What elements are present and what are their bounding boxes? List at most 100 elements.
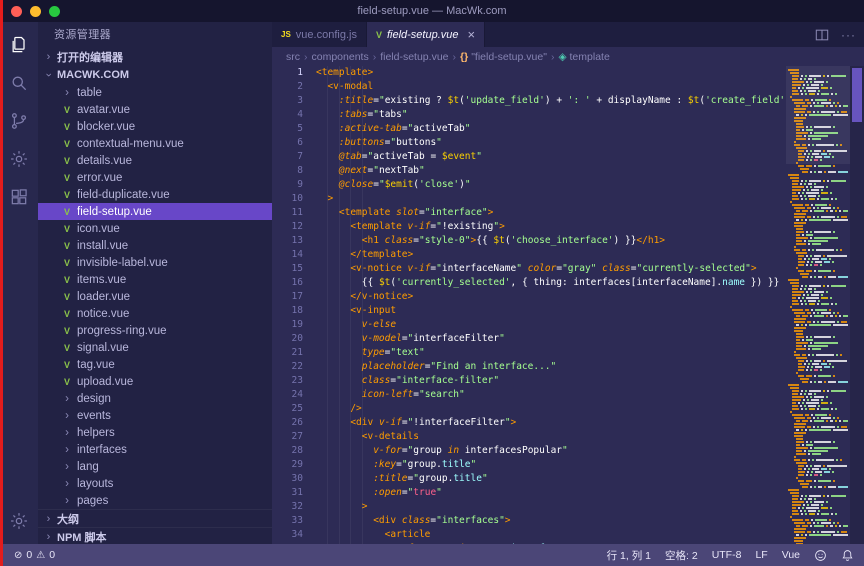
breadcrumb-item[interactable]: {}"field-setup.vue": [460, 51, 547, 63]
code-line: :open="true": [316, 486, 786, 500]
breadcrumb-item[interactable]: ◈template: [558, 51, 609, 63]
code-line: <h1 class="style-0">{{ $t('choose_interf…: [316, 234, 786, 248]
file-name: loader.vue: [77, 291, 130, 303]
tree-item-table[interactable]: ›table: [38, 84, 272, 101]
line-number: 11: [272, 206, 303, 220]
debug-gear-icon[interactable]: [8, 148, 30, 170]
indent-guide: [339, 66, 340, 544]
section-open-editors[interactable]: › 打开的编辑器: [38, 48, 272, 66]
minimize-window-button[interactable]: [30, 6, 41, 17]
tree-item-layouts[interactable]: ›layouts: [38, 475, 272, 492]
status-item[interactable]: UTF-8: [712, 548, 742, 563]
zoom-window-button[interactable]: [49, 6, 60, 17]
tree-item-design[interactable]: ›design: [38, 390, 272, 407]
extensions-icon[interactable]: [8, 186, 30, 208]
tree-item-upload.vue[interactable]: Vupload.vue: [38, 373, 272, 390]
problems-indicator[interactable]: ⊘ 0 ⚠ 0: [14, 549, 55, 561]
code-line: :title="group.title": [316, 472, 786, 486]
close-icon[interactable]: ×: [468, 27, 476, 42]
tree-item-helpers[interactable]: ›helpers: [38, 424, 272, 441]
code-line: <v-notice v-if="interfaceName" color="gr…: [316, 262, 786, 276]
js-file-icon: JS: [281, 30, 291, 39]
vue-file-icon: V: [61, 173, 73, 183]
tree-item-pages[interactable]: ›pages: [38, 492, 272, 509]
more-actions-icon[interactable]: ···: [841, 29, 856, 41]
tree-item-field-duplicate.vue[interactable]: Vfield-duplicate.vue: [38, 186, 272, 203]
status-item[interactable]: 空格: 2: [665, 548, 698, 563]
file-name: details.vue: [77, 155, 132, 167]
tree-item-loader.vue[interactable]: Vloader.vue: [38, 288, 272, 305]
breadcrumb-item[interactable]: components: [312, 51, 369, 63]
file-name: icon.vue: [77, 223, 120, 235]
vertical-scrollbar[interactable]: [850, 66, 864, 544]
symbol-icon: ◈: [558, 51, 566, 63]
tree-item-signal.vue[interactable]: Vsignal.vue: [38, 339, 272, 356]
tree-item-install.vue[interactable]: Vinstall.vue: [38, 237, 272, 254]
feedback-smiley-icon[interactable]: [814, 549, 827, 562]
breadcrumb-item[interactable]: field-setup.vue: [380, 51, 448, 63]
status-item[interactable]: 行 1, 列 1: [607, 548, 651, 563]
source-control-icon[interactable]: [8, 110, 30, 132]
tree-item-interfaces[interactable]: ›interfaces: [38, 441, 272, 458]
close-window-button[interactable]: [11, 6, 22, 17]
tree-item-icon.vue[interactable]: Vicon.vue: [38, 220, 272, 237]
code-line: <v-input: [316, 304, 786, 318]
section-outline[interactable]: › 大纲: [38, 509, 272, 527]
code-line: icon-left="search": [316, 388, 786, 402]
code-line: <article: [316, 528, 786, 542]
line-numbers: 1234567891011121314151617181920212223242…: [272, 66, 316, 544]
tree-item-items.vue[interactable]: Vitems.vue: [38, 271, 272, 288]
vue-file-icon: V: [61, 122, 73, 132]
tree-item-field-setup.vue[interactable]: Vfield-setup.vue: [38, 203, 272, 220]
scrollbar-thumb[interactable]: [852, 68, 862, 122]
section-root-folder[interactable]: › MACWK.COM: [38, 66, 272, 84]
code-line: </template>: [316, 248, 786, 262]
status-item[interactable]: Vue: [782, 548, 800, 563]
chevron-right-icon: ›: [43, 531, 54, 543]
tree-item-details.vue[interactable]: Vdetails.vue: [38, 152, 272, 169]
tab-label: field-setup.vue: [387, 29, 459, 41]
notifications-bell-icon[interactable]: [841, 549, 854, 562]
breadcrumb-item[interactable]: src: [286, 51, 300, 63]
line-number: 3: [272, 94, 303, 108]
tree-item-contextual-menu.vue[interactable]: Vcontextual-menu.vue: [38, 135, 272, 152]
file-name: contextual-menu.vue: [77, 138, 184, 150]
tree-item-events[interactable]: ›events: [38, 407, 272, 424]
tree-item-tag.vue[interactable]: Vtag.vue: [38, 356, 272, 373]
tree-item-invisible-label.vue[interactable]: Vinvisible-label.vue: [38, 254, 272, 271]
file-name: layouts: [77, 478, 113, 490]
tree-item-error.vue[interactable]: Verror.vue: [38, 169, 272, 186]
tree-item-blocker.vue[interactable]: Vblocker.vue: [38, 118, 272, 135]
vue-file-icon: V: [61, 360, 73, 370]
split-editor-icon[interactable]: [815, 28, 829, 42]
tree-item-lang[interactable]: ›lang: [38, 458, 272, 475]
file-name: install.vue: [77, 240, 128, 252]
tab-actions: ···: [815, 22, 856, 47]
vue-file-icon: V: [61, 241, 73, 251]
tab-vue.config.js[interactable]: JSvue.config.js: [272, 22, 367, 47]
line-number: 6: [272, 136, 303, 150]
code-lines[interactable]: <template> <v-modal :title="existing ? $…: [316, 66, 786, 544]
section-npm-scripts[interactable]: › NPM 脚本: [38, 527, 272, 544]
tree-item-avatar.vue[interactable]: Vavatar.vue: [38, 101, 272, 118]
chevron-right-icon: ›: [43, 513, 54, 525]
explorer-icon[interactable]: [8, 34, 30, 56]
chevron-right-icon: ›: [61, 444, 73, 456]
line-number: 35: [272, 542, 303, 544]
tree-item-notice.vue[interactable]: Vnotice.vue: [38, 305, 272, 322]
line-number: 15: [272, 262, 303, 276]
code-line: v-for="group in interfacesPopular": [316, 444, 786, 458]
tree-item-progress-ring.vue[interactable]: Vprogress-ring.vue: [38, 322, 272, 339]
breadcrumb: src›components›field-setup.vue›{}"field-…: [272, 47, 864, 66]
status-left: ⊘ 0 ⚠ 0: [14, 549, 55, 561]
tab-bar: JSvue.config.jsVfield-setup.vue× ···: [272, 22, 864, 47]
tab-field-setup.vue[interactable]: Vfield-setup.vue×: [367, 22, 485, 47]
line-number: 19: [272, 318, 303, 332]
recording-indicator-strip: [0, 0, 3, 566]
vue-file-icon: V: [61, 309, 73, 319]
settings-gear-icon[interactable]: [8, 510, 30, 532]
file-name: design: [77, 393, 111, 405]
search-icon[interactable]: [8, 72, 30, 94]
status-item[interactable]: LF: [755, 548, 767, 563]
minimap[interactable]: [786, 66, 850, 544]
